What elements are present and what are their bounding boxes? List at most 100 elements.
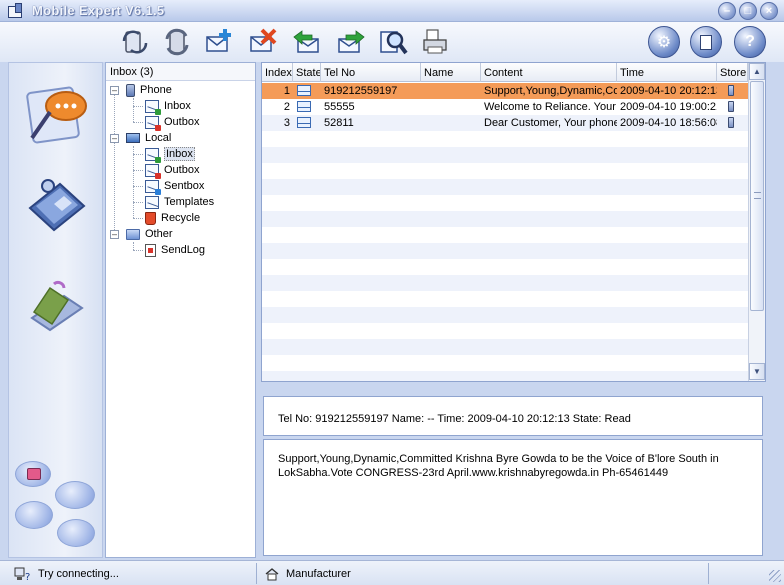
message-list: Index State Tel No Name Content Time Sto…	[261, 62, 766, 382]
sentbox-icon	[145, 179, 161, 195]
mode-bubble-4[interactable]	[57, 519, 95, 547]
title-bar: Mobile Expert V6.1.5 – □ ×	[0, 0, 784, 22]
other-expander[interactable]: –	[110, 230, 119, 239]
scroll-thumb[interactable]	[750, 81, 764, 311]
message-row[interactable]: 3 52811 Dear Customer, Your phone 2009-0…	[262, 115, 748, 131]
message-list-scrollbar[interactable]: ▲ ▼	[748, 63, 765, 381]
tree-sendlog[interactable]: SendLog	[145, 242, 205, 258]
maximize-button[interactable]: □	[739, 2, 757, 20]
reply-button[interactable]	[290, 25, 324, 59]
row-content: Dear Customer, Your phone	[484, 117, 617, 129]
row-index: 1	[283, 85, 290, 97]
local-expander[interactable]: –	[110, 134, 119, 143]
forward-button[interactable]	[334, 25, 368, 59]
outbox-icon	[145, 163, 161, 179]
folder-tree-panel: Inbox (3) – Phone Inbox Outbox – Local I…	[105, 62, 256, 558]
status-bar: ? Try connecting... Manufacturer	[0, 560, 784, 585]
scroll-up-button[interactable]: ▲	[749, 63, 765, 80]
empty-row	[262, 291, 748, 307]
tree-local[interactable]: Local	[126, 130, 171, 146]
manufacturer-text: Manufacturer	[286, 567, 351, 580]
empty-row	[262, 147, 748, 163]
templates-icon	[145, 195, 159, 209]
empty-row	[262, 243, 748, 259]
tree-local-recycle-label: Recycle	[161, 212, 201, 224]
computer-icon	[126, 133, 140, 143]
tree-phone-inbox[interactable]: Inbox	[145, 98, 191, 115]
tree-phone[interactable]: Phone	[126, 82, 172, 98]
row-name	[421, 115, 481, 131]
new-message-button[interactable]	[202, 25, 236, 59]
close-button[interactable]: ×	[760, 2, 778, 20]
mode-bubble-1[interactable]	[15, 461, 51, 487]
mobile-mode-icon	[27, 468, 41, 480]
tree-local-sentbox-label: Sentbox	[164, 180, 205, 192]
search-icon	[380, 31, 408, 55]
svg-text:?: ?	[25, 572, 30, 582]
message-row[interactable]: 2 55555 Welcome to Reliance. Your 2009-0…	[262, 99, 748, 115]
column-name[interactable]: Name	[421, 63, 481, 82]
phone-store-icon	[728, 117, 734, 128]
refresh-button[interactable]	[160, 25, 194, 59]
column-index[interactable]: Index	[262, 63, 293, 82]
tree-local-templates[interactable]: Templates	[145, 194, 214, 210]
mode-bubble-3[interactable]	[15, 501, 53, 529]
contacts-nav-button[interactable]	[19, 163, 93, 237]
row-time: 2009-04-10 18:56:08	[620, 117, 717, 129]
read-envelope-icon	[297, 117, 311, 128]
phone-icon	[126, 83, 135, 97]
refresh-icon	[165, 28, 189, 56]
tree-other[interactable]: Other	[126, 226, 173, 242]
tree-local-inbox-label: Inbox	[164, 147, 195, 161]
manufacturer-status: Manufacturer	[264, 564, 351, 583]
files-nav-button[interactable]	[19, 267, 93, 341]
settings-icon: ⚙	[656, 34, 672, 51]
phone-expander[interactable]: –	[110, 86, 119, 95]
sync-button[interactable]	[118, 25, 152, 59]
print-button[interactable]	[418, 25, 452, 59]
delete-message-icon	[250, 28, 277, 52]
row-name	[421, 99, 481, 115]
notes-button[interactable]	[690, 26, 722, 58]
column-content[interactable]: Content	[481, 63, 617, 82]
forward-icon	[338, 30, 365, 53]
delete-message-button[interactable]	[246, 25, 280, 59]
new-message-icon	[206, 29, 231, 52]
empty-row	[262, 211, 748, 227]
empty-row	[262, 307, 748, 323]
message-info-bar: Tel No: 919212559197 Name: -- Time: 2009…	[263, 396, 763, 436]
tree-other-label: Other	[145, 228, 173, 240]
tree-phone-outbox[interactable]: Outbox	[145, 114, 199, 131]
scroll-down-button[interactable]: ▼	[749, 363, 765, 380]
messages-nav-button[interactable]	[19, 75, 93, 149]
row-tel: 55555	[324, 101, 355, 113]
tree-sendlog-label: SendLog	[161, 244, 206, 256]
left-navigation	[8, 62, 103, 558]
empty-row	[262, 195, 748, 211]
tree-local-outbox[interactable]: Outbox	[145, 162, 199, 179]
tree-local-recycle[interactable]: Recycle	[145, 210, 200, 226]
inbox-icon	[145, 147, 161, 163]
search-button[interactable]	[376, 25, 410, 59]
tree-local-inbox[interactable]: Inbox	[145, 146, 195, 163]
help-button[interactable]: ?	[734, 26, 766, 58]
column-store[interactable]: Store	[717, 63, 748, 82]
tree-phone-label: Phone	[140, 84, 172, 96]
resize-grip[interactable]	[769, 570, 781, 582]
inbox-icon	[145, 99, 161, 115]
home-icon	[265, 567, 279, 580]
row-tel: 919212559197	[324, 85, 398, 97]
message-body-pane: Support,Young,Dynamic,Committed Krishna …	[263, 439, 763, 556]
tree-local-sentbox[interactable]: Sentbox	[145, 178, 205, 195]
column-time[interactable]: Time	[617, 63, 717, 82]
sendlog-icon	[145, 243, 156, 257]
print-icon	[423, 29, 447, 54]
window-title: Mobile Expert V6.1.5	[32, 3, 165, 18]
message-row[interactable]: 1 919212559197 Support,Young,Dynamic,Co …	[262, 83, 748, 99]
column-tel[interactable]: Tel No	[321, 63, 421, 82]
mode-bubble-2[interactable]	[55, 481, 95, 509]
row-content: Welcome to Reliance. Your	[484, 101, 616, 113]
settings-button[interactable]: ⚙	[648, 26, 680, 58]
column-state[interactable]: State	[293, 63, 321, 82]
minimize-button[interactable]: –	[718, 2, 736, 20]
